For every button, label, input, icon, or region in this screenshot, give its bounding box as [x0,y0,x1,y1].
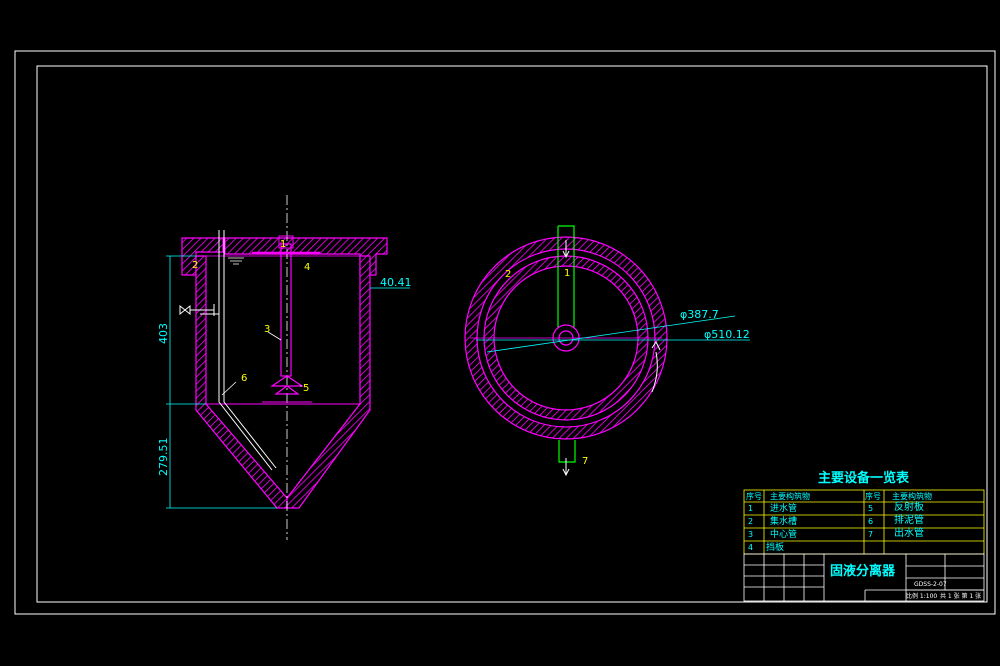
scale-text: 比例 1:100 [906,593,938,600]
table-row-3-no2: 7 [868,530,874,539]
sec-callout-1: 1 [280,239,286,250]
plan-callout-2: 2 [505,269,511,280]
table-row-2-name2: 排泥管 [894,515,924,526]
table-row-3-name: 中心管 [770,530,798,540]
center-tube [280,243,292,377]
plan-view [464,225,750,477]
table-row-1-name2: 反射板 [894,502,924,513]
plan-callout-1: 1 [564,268,570,279]
sec-callout-3: 3 [264,324,270,335]
sheet-text: 共 1 张 第 1 张 [940,593,982,600]
plan-callout-7: 7 [582,456,588,467]
table-header-no: 序号 [746,492,762,501]
wall-right [286,255,371,509]
table-row-1-no: 1 [748,504,754,513]
dim-cone-height: 279.51 [157,438,170,477]
drawing-number: GDSS-2-07 [914,581,947,588]
table-row-1-no2: 5 [868,504,874,513]
table-row-3-name2: 出水管 [894,528,924,539]
section-view [166,195,410,540]
sec-callout-2: 2 [192,260,198,271]
table-header-name-2: 主要构筑物 [892,492,932,501]
table-header-name: 主要构筑物 [770,492,810,501]
table-row-2-no2: 6 [868,517,874,526]
sec-callout-4: 4 [304,262,310,273]
drawing-name: 固液分离器 [830,564,896,579]
dim-lip: 40.41 [380,276,412,289]
dim-upper-height: 403 [157,323,170,344]
sec-callout-5: 5 [303,383,309,394]
table-row-4-no: 4 [748,543,754,552]
table-row-2-name: 集水槽 [770,517,798,527]
table-title: 主要设备一览表 [818,470,910,486]
table-row-3-no: 3 [748,530,754,539]
table-row-4-name: 挡板 [766,543,785,553]
sec-callout-6: 6 [241,373,247,384]
dim-inner-dia: φ387.7 [680,308,719,321]
table-row-1-name: 进水管 [770,504,798,514]
table-row-2-no: 2 [748,517,754,526]
dim-outer-dia: φ510.12 [704,328,750,341]
table-header-no-2: 序号 [865,492,881,501]
outlet-pipe [558,440,576,463]
